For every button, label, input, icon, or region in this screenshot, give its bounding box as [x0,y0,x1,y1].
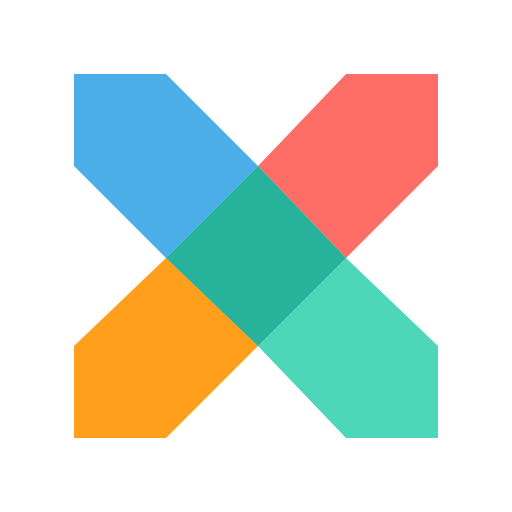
x-logo-icon [74,74,438,438]
logo-arms [74,74,438,438]
canvas [0,0,512,512]
